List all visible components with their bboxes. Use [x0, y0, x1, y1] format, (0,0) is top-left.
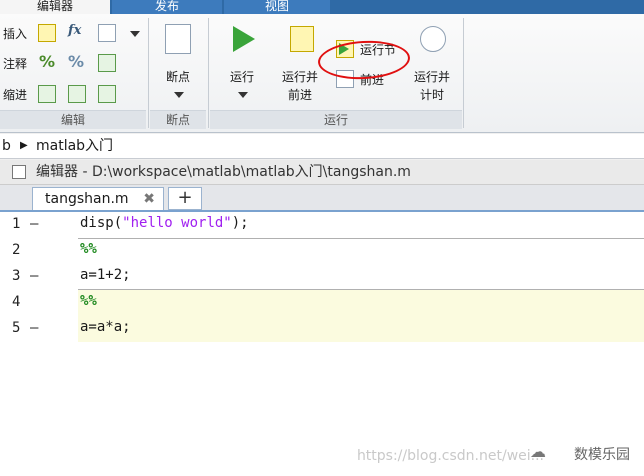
code-line[interactable]: 4 %%	[0, 290, 644, 316]
code-line[interactable]: 5 — a=a*a;	[0, 316, 644, 342]
fx-icon[interactable]: fx	[68, 23, 81, 38]
editor-title: 编辑器 - D:\workspace\matlab\matlab入门\tangs…	[36, 164, 411, 180]
line-number: 3	[12, 268, 21, 284]
run-and-time-label-2[interactable]: 计时	[420, 86, 444, 103]
insert-function-icon[interactable]	[98, 24, 116, 42]
breadcrumb: b ▶ matlab入门	[0, 134, 644, 159]
section-marker: %%	[80, 293, 97, 309]
insert-label[interactable]: 插入	[3, 25, 27, 42]
code-token: disp(	[80, 215, 123, 231]
code-string: "hello world"	[122, 215, 232, 231]
run-play-icon[interactable]	[233, 26, 255, 52]
file-tab-tangshan[interactable]: tangshan.m ✖	[32, 187, 164, 210]
breakpoints-button-label[interactable]: 断点	[166, 68, 190, 85]
annotation-red-circle	[317, 38, 411, 82]
decrease-indent-icon[interactable]	[98, 85, 116, 103]
code-line[interactable]: 3 — a=1+2;	[0, 264, 644, 290]
add-tab-button[interactable]: +	[168, 187, 202, 210]
smart-indent-icon[interactable]	[38, 85, 56, 103]
breakpoints-chevron-down-icon[interactable]	[174, 92, 184, 98]
run-group-title: 运行	[210, 110, 462, 129]
code-line[interactable]: 1 — disp("hello world");	[0, 212, 644, 238]
breakpoint-marker[interactable]: —	[30, 268, 38, 284]
tab-editor[interactable]: 编辑器	[0, 0, 110, 14]
breadcrumb-arrow-icon: ▶	[20, 140, 28, 151]
run-and-time-clock-icon[interactable]	[420, 26, 446, 52]
increase-indent-icon[interactable]	[68, 85, 86, 103]
indent-label[interactable]: 缩进	[3, 86, 27, 103]
line-number: 1	[12, 216, 21, 232]
line-number: 5	[12, 320, 21, 336]
run-and-advance-icon[interactable]	[290, 26, 314, 52]
comment-label[interactable]: 注释	[3, 55, 27, 72]
run-button-label[interactable]: 运行	[230, 68, 254, 85]
run-and-time-label-1[interactable]: 运行并	[414, 68, 450, 85]
editor-pencil-icon	[12, 165, 26, 179]
file-tab-label: tangshan.m	[45, 191, 129, 207]
breakpoint-group-title: 断点	[150, 110, 206, 129]
group-divider	[208, 18, 209, 128]
code-token: );	[231, 215, 249, 231]
line-number: 2	[12, 242, 21, 258]
close-tab-icon[interactable]: ✖	[143, 188, 155, 210]
insert-menu-chevron-down-icon[interactable]	[130, 31, 140, 37]
insert-section-icon[interactable]	[38, 24, 56, 42]
group-divider	[148, 18, 149, 128]
code-editor[interactable]: 1 — disp("hello world"); 2 %% 3 — a=1+2;…	[0, 212, 644, 476]
breakpoint-marker[interactable]: —	[30, 216, 38, 232]
run-and-advance-label-2[interactable]: 前进	[288, 86, 312, 103]
code-text: a=a*a;	[80, 319, 131, 335]
wrap-comment-icon[interactable]	[98, 54, 116, 72]
toolstrip-tabs: 编辑器 发布 视图	[0, 0, 644, 14]
document-tabs: tangshan.m ✖ +	[0, 185, 644, 212]
editor-title-bar: 编辑器 - D:\workspace\matlab\matlab入门\tangs…	[0, 160, 644, 185]
breadcrumb-folder[interactable]: matlab入门	[36, 134, 113, 158]
section-marker: %%	[80, 241, 97, 257]
code-text: a=1+2;	[80, 267, 131, 283]
breakpoints-icon[interactable]	[165, 24, 191, 54]
tab-view[interactable]: 视图	[224, 0, 330, 14]
tab-publish[interactable]: 发布	[112, 0, 222, 14]
uncomment-icon[interactable]: %	[68, 52, 84, 71]
code-line[interactable]: 2 %%	[0, 238, 644, 264]
breakpoint-marker[interactable]: —	[30, 320, 38, 336]
run-chevron-down-icon[interactable]	[238, 92, 248, 98]
run-and-advance-label-1[interactable]: 运行并	[282, 68, 318, 85]
line-number: 4	[12, 294, 21, 310]
breadcrumb-prefix[interactable]: b	[2, 134, 11, 158]
watermark-brand: 数模乐园	[574, 447, 630, 463]
comment-percent-icon[interactable]: %	[39, 52, 55, 71]
group-divider	[463, 18, 464, 128]
watermark-url: https://blog.csdn.net/wei...	[356, 448, 544, 464]
ribbon: 插入 fx 注释 % % 缩进 编辑 断点 断点 运行 运行并 前进 运行节 前…	[0, 14, 644, 133]
edit-group-title: 编辑	[0, 110, 146, 129]
code-text: disp("hello world");	[80, 215, 249, 231]
